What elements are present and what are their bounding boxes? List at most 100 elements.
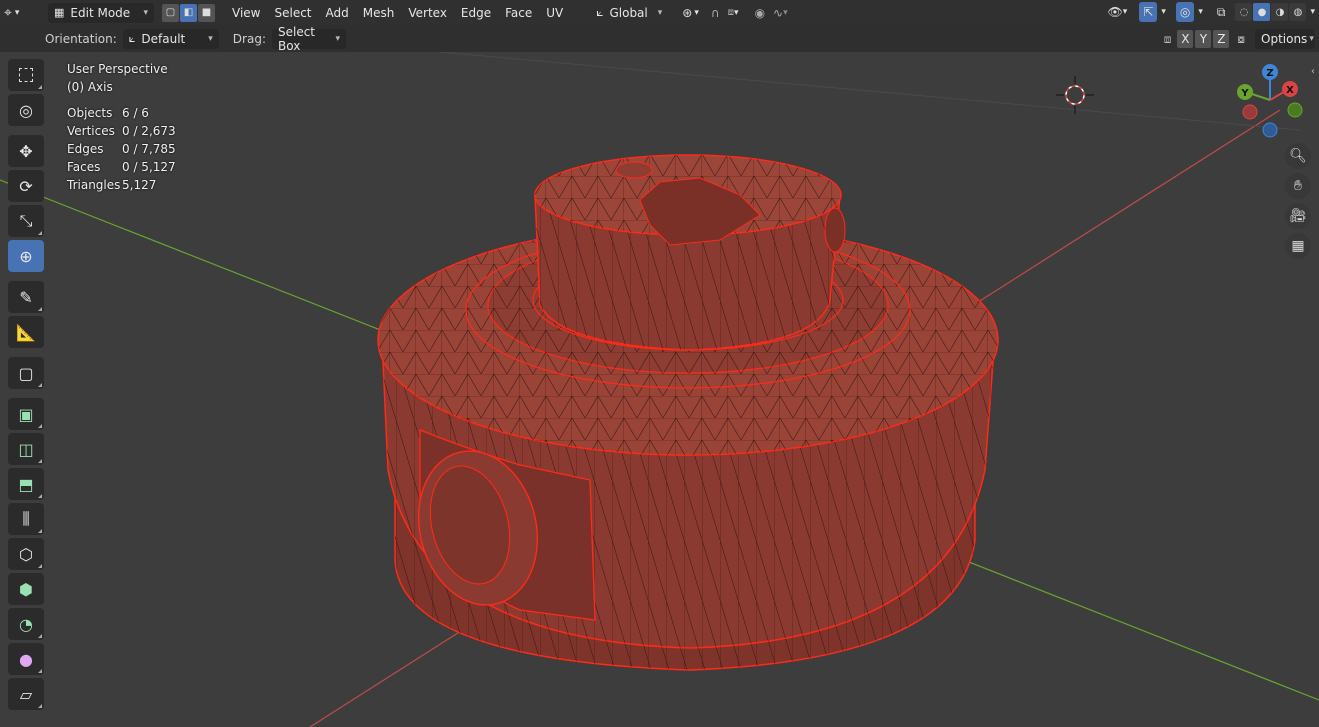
tool-shelf: ◎ ✥ ⟳ ⤡ ⊕ ✎ 📐 ▢ ▣ ◫ ⬒ ⫼ ⬡ ⬢ ◔ ● ▱ <box>8 59 48 713</box>
editor-type-button[interactable]: ⌖ ▾ <box>0 3 42 23</box>
wireframe-shading-icon[interactable]: ◌ <box>1235 3 1253 21</box>
loop-cut-icon: ⫼ <box>22 509 30 528</box>
shear-tool[interactable]: ▱ <box>8 678 44 710</box>
perspective-toggle-button[interactable]: ▦ <box>1285 233 1311 259</box>
transform-tool[interactable]: ⊕ <box>8 240 44 272</box>
orientation-icon: ⟀ <box>596 5 604 19</box>
gizmo-x-negative[interactable] <box>1242 104 1258 120</box>
add-cube-tool[interactable]: ▢ <box>8 357 44 389</box>
options-dropdown[interactable]: Options ▾ <box>1255 29 1315 49</box>
shading-dropdown[interactable]: ▾ <box>1306 2 1319 22</box>
measure-tool[interactable]: 📐 <box>8 316 44 348</box>
menu-add[interactable]: Add <box>319 3 356 23</box>
smooth-tool[interactable]: ● <box>8 643 44 675</box>
stat-value: 0 / 2,673 <box>122 124 176 138</box>
tool-settings-bar: Orientation: ⟀ Default ▾ Drag: Select Bo… <box>0 25 1319 53</box>
pivot-point-button[interactable]: ⊛ ▾ <box>678 3 703 23</box>
zoom-button[interactable]: 🔍︎ <box>1285 143 1311 169</box>
mesh-cap-knob <box>824 207 846 253</box>
knife-icon: ⬡ <box>19 544 33 564</box>
gizmo-z-negative[interactable] <box>1262 122 1278 138</box>
overlay-icon: ◎ <box>1179 5 1191 19</box>
move-tool[interactable]: ✥ <box>8 135 44 167</box>
select-box-tool[interactable] <box>8 59 44 91</box>
chevron-down-icon: ▾ <box>1122 7 1128 17</box>
mode-dropdown[interactable]: ▦ Edit Mode ▾ <box>48 2 154 23</box>
orientation-value: Default <box>141 31 186 46</box>
rendered-shading-icon[interactable]: ◍ <box>1289 3 1307 21</box>
eye-icon: 👁 <box>1107 5 1123 19</box>
hand-icon: ✋︎ <box>1294 178 1302 194</box>
sidebar-toggle-icon[interactable]: ‹ <box>1311 66 1315 77</box>
mirror-y-toggle[interactable]: Y <box>1195 30 1212 48</box>
rotate-icon: ⟳ <box>19 176 33 196</box>
loop-cut-tool[interactable]: ⫼ <box>8 503 44 535</box>
shading-group: ◌ ● ◑ ◍ <box>1235 3 1307 21</box>
visibility-button[interactable]: 👁 ▾ <box>1104 2 1132 22</box>
rotate-tool[interactable]: ⟳ <box>8 170 44 202</box>
menu-edge[interactable]: Edge <box>454 3 498 23</box>
extrude-tool[interactable]: ▣ <box>8 398 44 430</box>
chevron-down-icon: ▾ <box>783 7 788 18</box>
inset-tool[interactable]: ◫ <box>8 433 44 465</box>
solid-shading-icon[interactable]: ● <box>1253 3 1271 21</box>
poly-build-tool[interactable]: ⬢ <box>8 573 44 605</box>
mirror-x-toggle[interactable]: X <box>1177 30 1194 48</box>
orientation-label: Orientation: <box>45 31 117 46</box>
extrude-icon: ▣ <box>18 404 34 424</box>
pan-button[interactable]: ✋︎ <box>1285 173 1311 199</box>
move-icon: ✥ <box>19 141 33 161</box>
bevel-icon: ⬒ <box>18 474 34 494</box>
vertex-select-icon[interactable]: ▢ <box>162 3 179 22</box>
menu-uv[interactable]: UV <box>539 3 570 23</box>
transform-orientation-dropdown[interactable]: ⟀ Global ▾ <box>590 2 669 23</box>
overlay-dropdown[interactable]: ▾ <box>1194 2 1207 22</box>
proportional-edit-toggle[interactable]: ◉ <box>751 3 769 23</box>
menu-mesh[interactable]: Mesh <box>356 3 402 23</box>
snap-toggle[interactable]: ∩ <box>707 3 724 23</box>
viewport-scene: Z X Y <box>0 52 1319 727</box>
orientation-dropdown[interactable]: ⟀ Default ▾ <box>122 28 219 49</box>
navigation-gizmo[interactable]: Z X Y <box>1237 64 1303 138</box>
menu-view[interactable]: View <box>225 3 267 23</box>
gizmo-dropdown[interactable]: ▾ <box>1157 2 1170 22</box>
mirror-icon: ⧈ <box>1163 31 1172 46</box>
chevron-down-icon: ▾ <box>14 7 20 18</box>
snap-target-button[interactable]: ⧈ ▾ <box>724 3 743 23</box>
face-select-icon[interactable]: ■ <box>198 3 215 22</box>
menu-vertex[interactable]: Vertex <box>401 3 454 23</box>
spin-tool[interactable]: ◔ <box>8 608 44 640</box>
mode-label: Edit Mode <box>70 5 131 20</box>
stat-value: 5,127 <box>122 178 157 192</box>
viewport-info-overlay: User Perspective (0) Axis Objects 6 / 6 V… <box>67 60 176 194</box>
scale-tool[interactable]: ⤡ <box>8 205 44 237</box>
header-bar: ⌖ ▾ ▦ Edit Mode ▾ ▢ ◧ ■ View Select Add … <box>0 0 1319 25</box>
stat-label: Triangles <box>67 178 121 192</box>
menu-select[interactable]: Select <box>267 3 318 23</box>
drag-dropdown[interactable]: Select Box ▾ <box>271 25 346 53</box>
annotate-icon: ✎ <box>19 287 33 307</box>
falloff-button[interactable]: ∿ ▾ <box>769 3 792 23</box>
cursor-tool[interactable]: ◎ <box>8 94 44 126</box>
xray-toggle[interactable]: ⧉ <box>1213 2 1230 22</box>
menu-face[interactable]: Face <box>498 3 539 23</box>
edge-select-icon[interactable]: ◧ <box>180 3 197 22</box>
knife-tool[interactable]: ⬡ <box>8 538 44 570</box>
falloff-icon: ∿ <box>773 5 784 20</box>
annotate-tool[interactable]: ✎ <box>8 281 44 313</box>
mirror-z-toggle[interactable]: Z <box>1213 30 1230 48</box>
material-shading-icon[interactable]: ◑ <box>1271 3 1289 21</box>
gizmo-toggle[interactable]: ⇱ <box>1139 2 1158 22</box>
view-perspective-label: User Perspective <box>67 62 168 76</box>
chevron-down-icon: ▾ <box>335 33 340 44</box>
orientation-icon: ⟀ <box>128 31 136 45</box>
overlay-toggle[interactable]: ◎ <box>1175 2 1195 22</box>
3d-viewport[interactable]: Z X Y <box>0 52 1319 727</box>
stat-label: Edges <box>67 142 104 156</box>
camera-view-button[interactable]: 🎥︎ <box>1285 203 1311 229</box>
zoom-icon: 🔍︎ <box>1289 148 1307 164</box>
gizmo-y-negative[interactable] <box>1287 102 1303 118</box>
auto-merge-icon[interactable]: ⧇ <box>1237 32 1245 47</box>
gizmo-icon: ⇱ <box>1143 5 1154 19</box>
bevel-tool[interactable]: ⬒ <box>8 468 44 500</box>
